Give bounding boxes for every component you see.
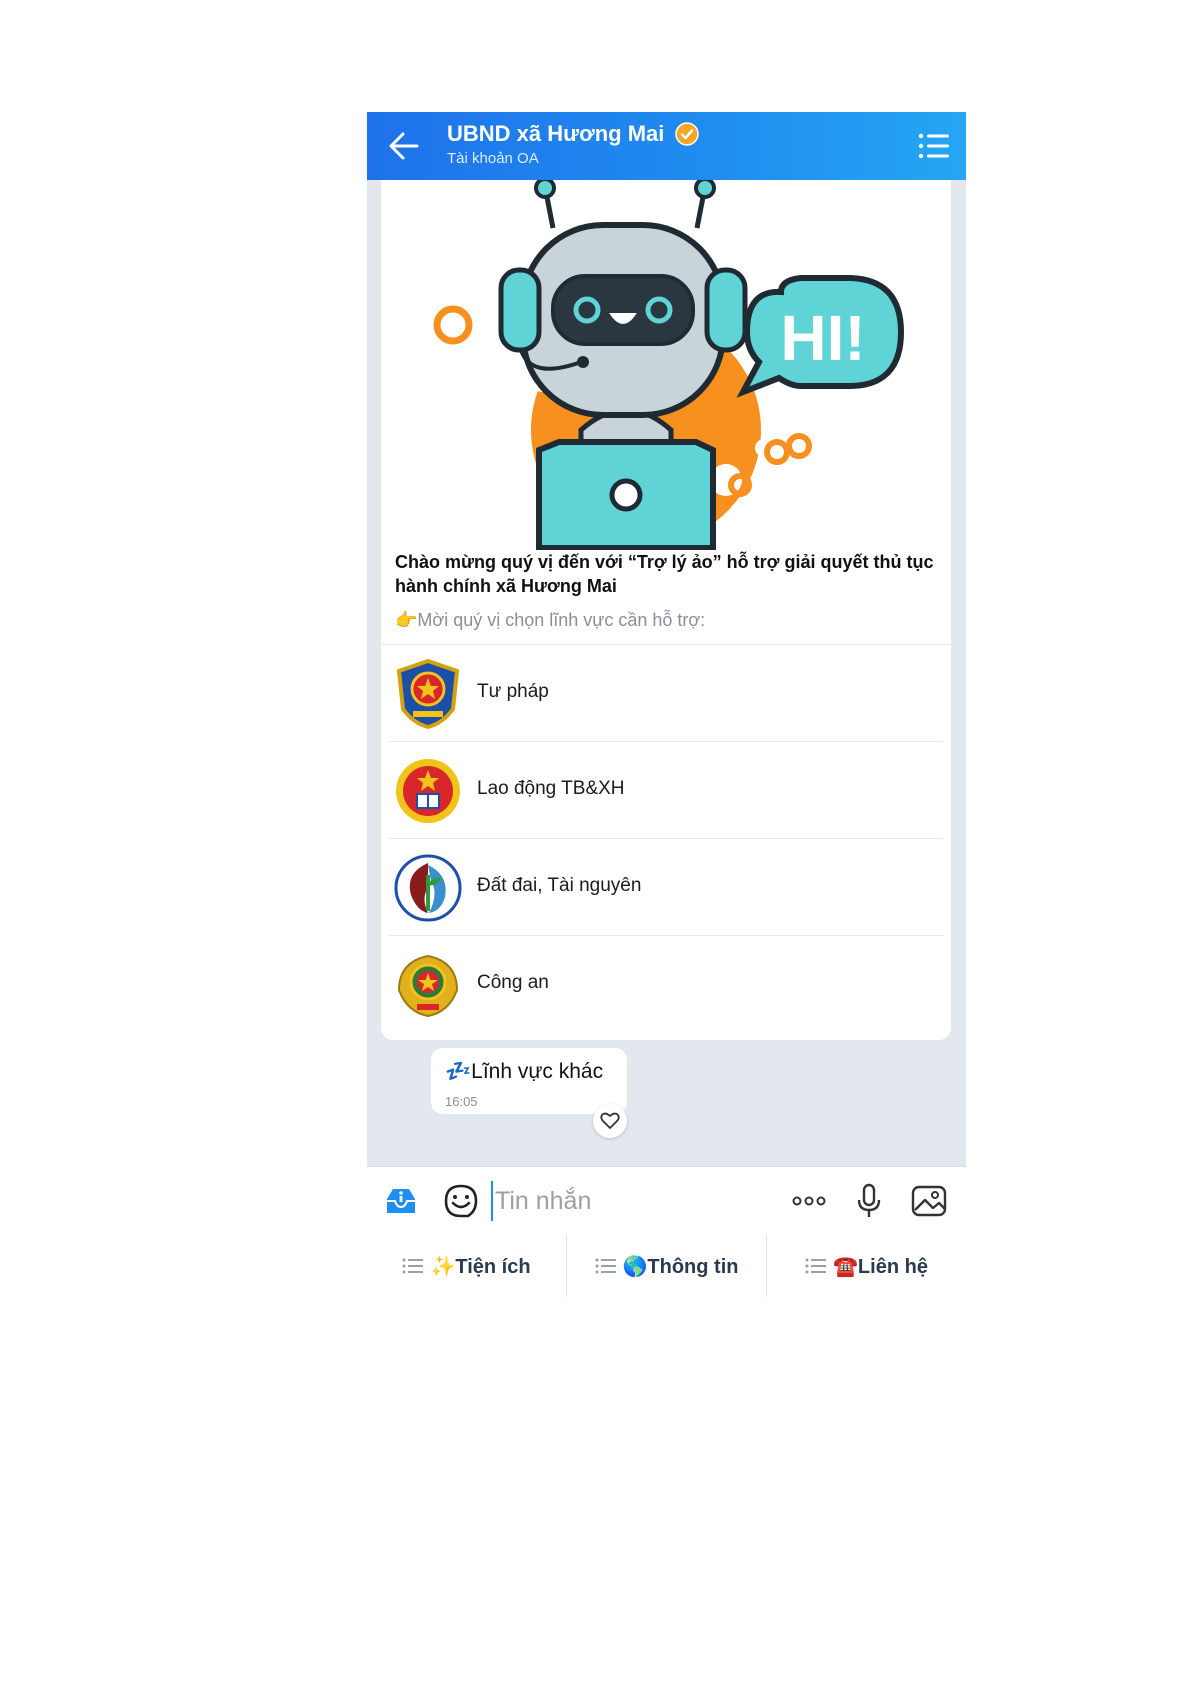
quick-menu-label: 🌎Thông tin	[622, 1255, 739, 1278]
quick-menu-tien-ich[interactable]: ✨Tiện ích	[367, 1235, 567, 1297]
quick-menu-lien-he[interactable]: ☎️Liên hệ	[767, 1235, 966, 1297]
arrow-left-icon	[389, 132, 419, 160]
quick-menu-label: ☎️Liên hệ	[833, 1255, 928, 1278]
message-input[interactable]	[491, 1181, 777, 1221]
option-dat-dai[interactable]: Đất đai, Tài nguyên	[389, 839, 943, 936]
info-inbox-button[interactable]	[383, 1183, 419, 1219]
back-button[interactable]	[387, 130, 421, 162]
emoji-button[interactable]	[443, 1183, 479, 1219]
quick-menu-thong-tin[interactable]: 🌎Thông tin	[567, 1235, 767, 1297]
account-type-label: Tài khoản OA	[447, 150, 539, 167]
more-options-button[interactable]	[791, 1183, 827, 1219]
option-lao-dong[interactable]: Lao động TB&XH	[389, 742, 943, 839]
verified-badge-icon	[675, 122, 699, 146]
quick-menu-bar: ✨Tiện ích 🌎Thông tin ☎️Liên hệ	[367, 1235, 966, 1297]
message-bubble[interactable]: 💤Lĩnh vực khác 16:05	[431, 1048, 627, 1114]
option-label: Công an	[477, 972, 549, 993]
robot-assistant-illustration: HI!	[433, 180, 905, 550]
heart-icon	[600, 1112, 620, 1129]
field-options-list: Tư pháp Lao động TB&XH Đất đai, Tài nguy…	[381, 644, 951, 1032]
message-input-bar	[367, 1166, 966, 1235]
welcome-card: HI! Chào mừng quý vị đến với “Trợ lý ảo”…	[381, 180, 951, 1040]
list-icon	[805, 1258, 827, 1274]
list-icon	[595, 1258, 616, 1274]
chat-screen: UBND xã Hương Mai Tài khoản OA HI! Chào …	[367, 112, 966, 1297]
option-label: Lao động TB&XH	[477, 778, 625, 799]
menu-button[interactable]	[918, 132, 950, 160]
send-image-button[interactable]	[911, 1183, 947, 1219]
page-title: UBND xã Hương Mai	[447, 121, 665, 146]
quick-menu-label: ✨Tiện ích	[430, 1255, 531, 1278]
list-menu-icon	[918, 133, 949, 159]
choose-field-prompt: 👉Mời quý vị chọn lĩnh vực cần hỗ trợ:	[395, 610, 706, 630]
react-button[interactable]	[593, 1104, 627, 1138]
list-icon	[402, 1258, 424, 1274]
justice-emblem-icon	[396, 659, 460, 729]
police-emblem-icon	[397, 954, 459, 1018]
welcome-message: Chào mừng quý vị đến với “Trợ lý ảo” hỗ …	[395, 552, 934, 596]
environment-emblem-icon	[394, 854, 462, 922]
sticker-smile-icon	[444, 1184, 478, 1218]
labor-emblem-icon	[396, 759, 460, 823]
chat-header: UBND xã Hương Mai Tài khoản OA	[367, 112, 966, 180]
header-title-group[interactable]: UBND xã Hương Mai Tài khoản OA	[447, 120, 699, 168]
microphone-icon	[857, 1183, 881, 1217]
option-tu-phap[interactable]: Tư pháp	[389, 645, 943, 742]
hero-hi-text: HI!	[780, 302, 865, 374]
option-cong-an[interactable]: Công an	[389, 936, 943, 1032]
voice-record-button[interactable]	[851, 1183, 887, 1219]
more-dots-icon	[792, 1196, 826, 1206]
option-label: Tư pháp	[477, 681, 549, 702]
info-inbox-icon	[387, 1189, 415, 1213]
option-label: Đất đai, Tài nguyên	[477, 875, 642, 896]
message-text: 💤Lĩnh vực khác	[445, 1060, 604, 1083]
image-gallery-icon	[911, 1185, 947, 1217]
message-timestamp: 16:05	[445, 1094, 478, 1109]
